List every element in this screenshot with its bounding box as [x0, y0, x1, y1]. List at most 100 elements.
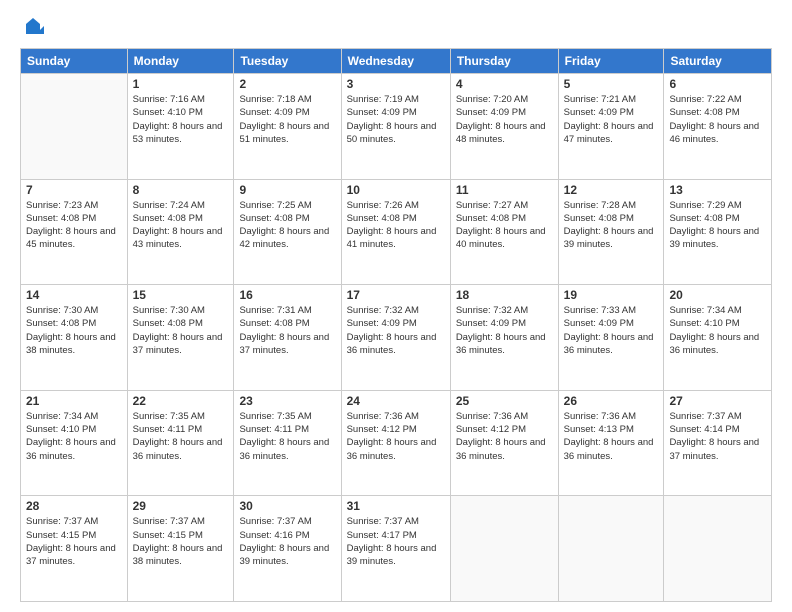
calendar-cell: 2 Sunrise: 7:18 AMSunset: 4:09 PMDaylight…: [234, 74, 341, 180]
cell-date: 30: [239, 499, 335, 513]
calendar-cell: 10 Sunrise: 7:26 AMSunset: 4:08 PMDayligh…: [341, 179, 450, 285]
cell-date: 8: [133, 183, 229, 197]
cell-date: 18: [456, 288, 553, 302]
calendar-cell: 26 Sunrise: 7:36 AMSunset: 4:13 PMDayligh…: [558, 390, 664, 496]
cell-info: Sunrise: 7:24 AMSunset: 4:08 PMDaylight:…: [133, 199, 229, 252]
day-header-tuesday: Tuesday: [234, 49, 341, 74]
cell-date: 13: [669, 183, 766, 197]
day-header-friday: Friday: [558, 49, 664, 74]
cell-date: 9: [239, 183, 335, 197]
day-header-saturday: Saturday: [664, 49, 772, 74]
calendar-cell: 21 Sunrise: 7:34 AMSunset: 4:10 PMDayligh…: [21, 390, 128, 496]
cell-date: 15: [133, 288, 229, 302]
cell-date: 26: [564, 394, 659, 408]
calendar: SundayMondayTuesdayWednesdayThursdayFrid…: [20, 48, 772, 602]
cell-info: Sunrise: 7:30 AMSunset: 4:08 PMDaylight:…: [26, 304, 122, 357]
calendar-cell: 30Sunrise: 7:37 AMSunset: 4:16 PMDayligh…: [234, 496, 341, 602]
calendar-cell: 6Sunrise: 7:22 AMSunset: 4:08 PMDaylight…: [664, 74, 772, 180]
calendar-body: 1 Sunrise: 7:16 AMSunset: 4:10 PMDaylight…: [21, 74, 772, 602]
calendar-cell: [558, 496, 664, 602]
cell-date: 14: [26, 288, 122, 302]
cell-date: 6: [669, 77, 766, 91]
calendar-cell: 14 Sunrise: 7:30 AMSunset: 4:08 PMDayligh…: [21, 285, 128, 391]
cell-date: 27: [669, 394, 766, 408]
calendar-cell: 9 Sunrise: 7:25 AMSunset: 4:08 PMDaylight…: [234, 179, 341, 285]
cell-info: Sunrise: 7:36 AMSunset: 4:13 PMDaylight:…: [564, 410, 659, 463]
calendar-cell: 11Sunrise: 7:27 AMSunset: 4:08 PMDayligh…: [450, 179, 558, 285]
calendar-cell: 4Sunrise: 7:20 AMSunset: 4:09 PMDaylight…: [450, 74, 558, 180]
cell-info: Sunrise: 7:37 AMSunset: 4:15 PMDaylight:…: [133, 515, 229, 568]
cell-date: 29: [133, 499, 229, 513]
calendar-cell: 27 Sunrise: 7:37 AMSunset: 4:14 PMDayligh…: [664, 390, 772, 496]
cell-date: 5: [564, 77, 659, 91]
cell-date: 24: [347, 394, 445, 408]
cell-info: Sunrise: 7:34 AMSunset: 4:10 PMDaylight:…: [26, 410, 122, 463]
cell-date: 16: [239, 288, 335, 302]
calendar-cell: 3 Sunrise: 7:19 AMSunset: 4:09 PMDaylight…: [341, 74, 450, 180]
cell-date: 7: [26, 183, 122, 197]
cell-info: Sunrise: 7:30 AMSunset: 4:08 PMDaylight:…: [133, 304, 229, 357]
cell-date: 22: [133, 394, 229, 408]
cell-info: Sunrise: 7:21 AMSunset: 4:09 PMDaylight:…: [564, 93, 659, 146]
calendar-cell: 16 Sunrise: 7:31 AMSunset: 4:08 PMDayligh…: [234, 285, 341, 391]
week-row-2: 7 Sunrise: 7:23 AMSunset: 4:08 PMDaylight…: [21, 179, 772, 285]
header: [20, 18, 772, 38]
cell-date: 17: [347, 288, 445, 302]
calendar-cell: 31 Sunrise: 7:37 AMSunset: 4:17 PMDayligh…: [341, 496, 450, 602]
cell-info: Sunrise: 7:28 AMSunset: 4:08 PMDaylight:…: [564, 199, 659, 252]
calendar-cell: [21, 74, 128, 180]
cell-info: Sunrise: 7:33 AMSunset: 4:09 PMDaylight:…: [564, 304, 659, 357]
calendar-cell: 12 Sunrise: 7:28 AMSunset: 4:08 PMDayligh…: [558, 179, 664, 285]
calendar-cell: 7 Sunrise: 7:23 AMSunset: 4:08 PMDaylight…: [21, 179, 128, 285]
calendar-cell: 22 Sunrise: 7:35 AMSunset: 4:11 PMDayligh…: [127, 390, 234, 496]
calendar-cell: [664, 496, 772, 602]
cell-info: Sunrise: 7:36 AMSunset: 4:12 PMDaylight:…: [347, 410, 445, 463]
cell-info: Sunrise: 7:26 AMSunset: 4:08 PMDaylight:…: [347, 199, 445, 252]
calendar-cell: 23 Sunrise: 7:35 AMSunset: 4:11 PMDayligh…: [234, 390, 341, 496]
cell-info: Sunrise: 7:16 AMSunset: 4:10 PMDaylight:…: [133, 93, 229, 146]
cell-date: 20: [669, 288, 766, 302]
cell-date: 12: [564, 183, 659, 197]
cell-info: Sunrise: 7:20 AMSunset: 4:09 PMDaylight:…: [456, 93, 553, 146]
cell-info: Sunrise: 7:36 AMSunset: 4:12 PMDaylight:…: [456, 410, 553, 463]
cell-info: Sunrise: 7:25 AMSunset: 4:08 PMDaylight:…: [239, 199, 335, 252]
calendar-cell: 5 Sunrise: 7:21 AMSunset: 4:09 PMDaylight…: [558, 74, 664, 180]
cell-info: Sunrise: 7:19 AMSunset: 4:09 PMDaylight:…: [347, 93, 445, 146]
cell-info: Sunrise: 7:35 AMSunset: 4:11 PMDaylight:…: [133, 410, 229, 463]
calendar-cell: 15 Sunrise: 7:30 AMSunset: 4:08 PMDayligh…: [127, 285, 234, 391]
cell-info: Sunrise: 7:37 AMSunset: 4:17 PMDaylight:…: [347, 515, 445, 568]
calendar-cell: [450, 496, 558, 602]
cell-info: Sunrise: 7:37 AMSunset: 4:14 PMDaylight:…: [669, 410, 766, 463]
cell-date: 23: [239, 394, 335, 408]
day-header-sunday: Sunday: [21, 49, 128, 74]
calendar-cell: 17Sunrise: 7:32 AMSunset: 4:09 PMDayligh…: [341, 285, 450, 391]
logo-icon: [22, 16, 44, 38]
cell-date: 21: [26, 394, 122, 408]
calendar-cell: 25 Sunrise: 7:36 AMSunset: 4:12 PMDayligh…: [450, 390, 558, 496]
cell-info: Sunrise: 7:37 AMSunset: 4:15 PMDaylight:…: [26, 515, 122, 568]
cell-date: 1: [133, 77, 229, 91]
calendar-cell: 29 Sunrise: 7:37 AMSunset: 4:15 PMDayligh…: [127, 496, 234, 602]
cell-info: Sunrise: 7:31 AMSunset: 4:08 PMDaylight:…: [239, 304, 335, 357]
cell-date: 31: [347, 499, 445, 513]
cell-info: Sunrise: 7:35 AMSunset: 4:11 PMDaylight:…: [239, 410, 335, 463]
day-header-wednesday: Wednesday: [341, 49, 450, 74]
calendar-cell: 28Sunrise: 7:37 AMSunset: 4:15 PMDayligh…: [21, 496, 128, 602]
week-row-4: 21 Sunrise: 7:34 AMSunset: 4:10 PMDayligh…: [21, 390, 772, 496]
cell-date: 19: [564, 288, 659, 302]
calendar-cell: 19 Sunrise: 7:33 AMSunset: 4:09 PMDayligh…: [558, 285, 664, 391]
cell-date: 2: [239, 77, 335, 91]
calendar-cell: 20 Sunrise: 7:34 AMSunset: 4:10 PMDayligh…: [664, 285, 772, 391]
cell-info: Sunrise: 7:18 AMSunset: 4:09 PMDaylight:…: [239, 93, 335, 146]
cell-info: Sunrise: 7:23 AMSunset: 4:08 PMDaylight:…: [26, 199, 122, 252]
week-row-3: 14 Sunrise: 7:30 AMSunset: 4:08 PMDayligh…: [21, 285, 772, 391]
cell-date: 10: [347, 183, 445, 197]
calendar-cell: 1 Sunrise: 7:16 AMSunset: 4:10 PMDaylight…: [127, 74, 234, 180]
cell-date: 25: [456, 394, 553, 408]
calendar-cell: 24 Sunrise: 7:36 AMSunset: 4:12 PMDayligh…: [341, 390, 450, 496]
cell-info: Sunrise: 7:34 AMSunset: 4:10 PMDaylight:…: [669, 304, 766, 357]
logo: [20, 18, 44, 38]
day-header-thursday: Thursday: [450, 49, 558, 74]
cell-date: 3: [347, 77, 445, 91]
week-row-5: 28Sunrise: 7:37 AMSunset: 4:15 PMDayligh…: [21, 496, 772, 602]
